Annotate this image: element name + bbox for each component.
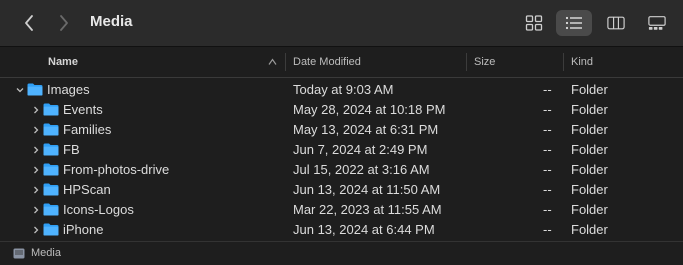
item-kind: Folder [571, 122, 608, 137]
item-name: Images [47, 82, 90, 97]
sort-ascending-icon [268, 58, 277, 65]
chevron-right-icon[interactable] [32, 166, 40, 174]
toolbar: Media [0, 0, 683, 47]
item-kind: Folder [571, 182, 608, 197]
item-kind: Folder [571, 162, 608, 177]
item-name: HPScan [63, 182, 111, 197]
icon-view-button[interactable] [516, 10, 552, 36]
folder-icon [43, 123, 59, 136]
folder-icon [43, 163, 59, 176]
column-divider[interactable] [466, 53, 467, 71]
chevron-left-icon [25, 15, 33, 31]
item-size: -- [543, 162, 552, 177]
chevron-right-icon[interactable] [32, 186, 40, 194]
gallery-view-icon [648, 16, 666, 30]
file-list: Images Today at 9:03 AM -- Folder Events… [0, 80, 683, 240]
list-item[interactable]: Events May 28, 2024 at 10:18 PM -- Folde… [0, 100, 683, 120]
folder-icon [43, 103, 59, 116]
item-kind: Folder [571, 102, 608, 117]
chevron-right-icon[interactable] [32, 106, 40, 114]
item-date-modified: Jul 15, 2022 at 3:16 AM [293, 162, 430, 177]
item-date-modified: May 28, 2024 at 10:18 PM [293, 102, 446, 117]
item-kind: Folder [571, 222, 608, 237]
item-size: -- [543, 122, 552, 137]
folder-icon [43, 223, 59, 236]
window-title: Media [90, 13, 133, 30]
chevron-right-icon[interactable] [32, 206, 40, 214]
column-view-icon [607, 16, 625, 30]
item-name: iPhone [63, 222, 104, 237]
size-column-header[interactable]: Size [474, 47, 495, 77]
column-divider[interactable] [563, 53, 564, 71]
item-size: -- [543, 182, 552, 197]
path-bar: Media [0, 241, 683, 265]
item-date-modified: Jun 7, 2024 at 2:49 PM [293, 142, 428, 157]
list-view-icon [565, 16, 582, 30]
item-size: -- [543, 222, 552, 237]
column-divider[interactable] [285, 53, 286, 71]
item-name: Icons-Logos [63, 202, 134, 217]
item-kind: Folder [571, 82, 608, 97]
chevron-right-icon[interactable] [32, 146, 40, 154]
icon-view-icon [525, 15, 543, 31]
path-bar-label[interactable]: Media [31, 247, 61, 259]
item-size: -- [543, 102, 552, 117]
finder-window: Media Name Date Modified Size Kind Image… [0, 0, 683, 265]
folder-icon [43, 203, 59, 216]
column-header: Name Date Modified Size Kind [0, 47, 683, 78]
drive-icon [13, 248, 25, 259]
item-name: FB [63, 142, 80, 157]
folder-icon [43, 143, 59, 156]
list-item[interactable]: FB Jun 7, 2024 at 2:49 PM -- Folder [0, 140, 683, 160]
date-modified-column-header[interactable]: Date Modified [293, 47, 361, 77]
chevron-down-icon[interactable] [16, 86, 24, 94]
item-kind: Folder [571, 142, 608, 157]
back-button[interactable] [18, 12, 40, 34]
item-name: Events [63, 102, 103, 117]
list-item[interactable]: HPScan Jun 13, 2024 at 11:50 AM -- Folde… [0, 180, 683, 200]
folder-icon [43, 183, 59, 196]
list-item[interactable]: Families May 13, 2024 at 6:31 PM -- Fold… [0, 120, 683, 140]
item-date-modified: Jun 13, 2024 at 11:50 AM [293, 182, 441, 197]
chevron-right-icon[interactable] [32, 226, 40, 234]
list-item[interactable]: From-photos-drive Jul 15, 2022 at 3:16 A… [0, 160, 683, 180]
item-size: -- [543, 82, 552, 97]
item-size: -- [543, 202, 552, 217]
item-size: -- [543, 142, 552, 157]
chevron-right-icon[interactable] [32, 126, 40, 134]
item-date-modified: May 13, 2024 at 6:31 PM [293, 122, 439, 137]
kind-column-header[interactable]: Kind [571, 47, 593, 77]
item-name: Families [63, 122, 112, 137]
item-date-modified: Today at 9:03 AM [293, 82, 394, 97]
item-date-modified: Jun 13, 2024 at 6:44 PM [293, 222, 435, 237]
column-view-button[interactable] [598, 10, 634, 36]
gallery-view-button[interactable] [639, 10, 675, 36]
list-item[interactable]: iPhone Jun 13, 2024 at 6:44 PM -- Folder [0, 220, 683, 240]
list-item[interactable]: Icons-Logos Mar 22, 2023 at 11:55 AM -- … [0, 200, 683, 220]
forward-button[interactable] [53, 12, 75, 34]
list-view-button[interactable] [556, 10, 592, 36]
folder-icon [27, 83, 43, 96]
item-name: From-photos-drive [63, 162, 170, 177]
item-date-modified: Mar 22, 2023 at 11:55 AM [293, 202, 442, 217]
item-kind: Folder [571, 202, 608, 217]
name-column-header[interactable]: Name [48, 47, 78, 77]
chevron-right-icon [60, 15, 68, 31]
list-item[interactable]: Images Today at 9:03 AM -- Folder [0, 80, 683, 100]
